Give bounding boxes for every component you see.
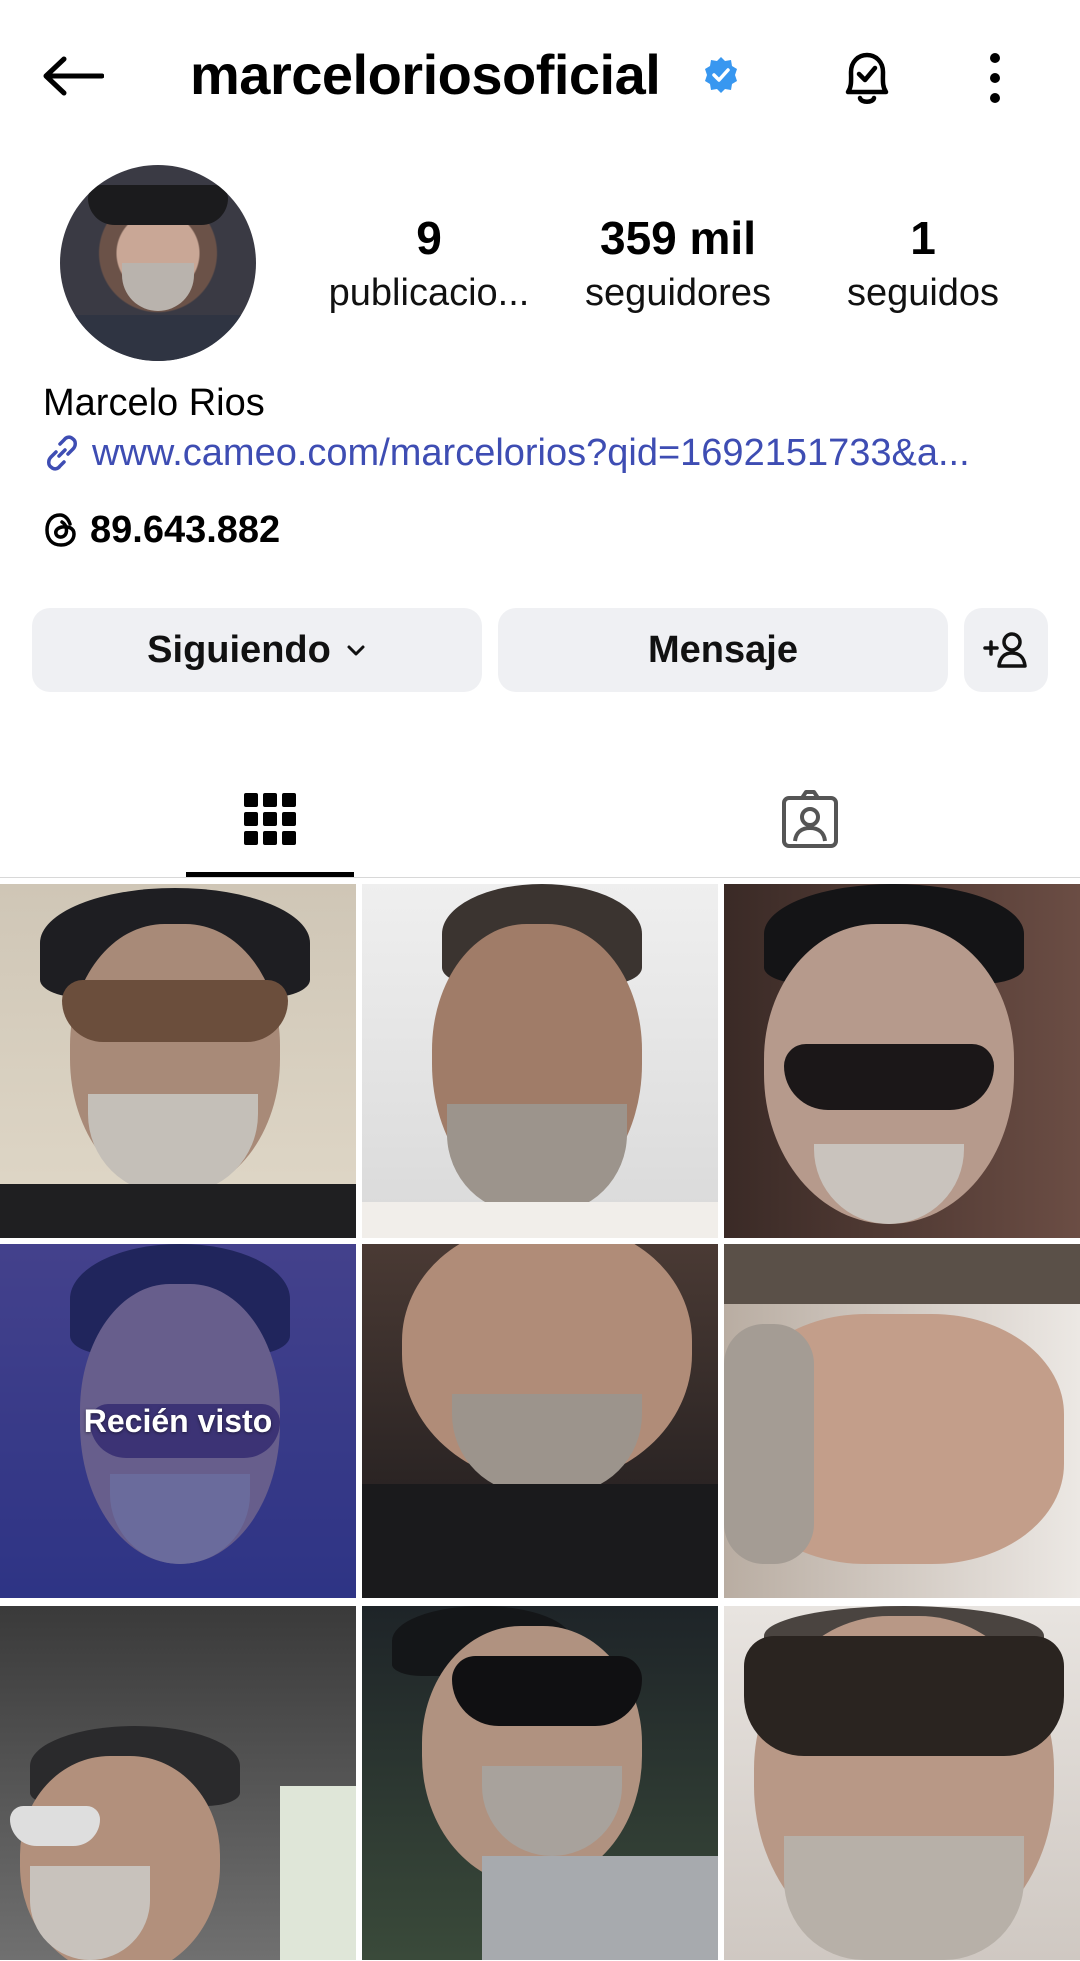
post-thumbnail[interactable] <box>0 1606 356 1960</box>
tab-posts-grid[interactable] <box>0 760 540 878</box>
followers-count-value: 359 mil <box>600 212 756 264</box>
post-thumbnail-recently-viewed[interactable]: Recién visto <box>0 1244 356 1598</box>
post-thumbnail[interactable] <box>362 1244 718 1598</box>
message-button[interactable]: Mensaje <box>498 608 948 692</box>
profile-tabs <box>0 760 1080 878</box>
post-thumbnail[interactable] <box>0 884 356 1238</box>
profile-username: marceloriosoficial <box>190 43 661 106</box>
following-count-label: seguidos <box>846 272 1000 314</box>
bio-link[interactable]: www.cameo.com/marcelorios?qid=1692151733… <box>42 428 1042 478</box>
active-tab-indicator <box>186 872 354 877</box>
post-thumbnail[interactable] <box>724 884 1080 1238</box>
grid-icon <box>244 793 296 845</box>
posts-count-value: 9 <box>416 212 442 264</box>
profile-full-name: Marcelo Rios <box>43 382 265 424</box>
chevron-down-icon <box>347 645 365 656</box>
profile-avatar[interactable] <box>60 165 256 361</box>
posts-count[interactable]: 9 publicacio... <box>316 205 542 315</box>
avatar-shirt <box>60 315 256 361</box>
recently-viewed-label: Recién visto <box>83 1402 273 1439</box>
back-arrow-icon[interactable] <box>38 46 108 106</box>
post-thumbnail[interactable] <box>724 1244 1080 1598</box>
recently-viewed-overlay: Recién visto <box>0 1244 356 1598</box>
avatar-sunglasses <box>88 185 228 225</box>
threads-icon <box>45 513 76 547</box>
top-bar: marceloriosoficial <box>0 0 1080 150</box>
posts-count-label: publicacio... <box>328 272 530 314</box>
avatar-beard <box>122 263 194 311</box>
following-button-label: Siguiendo <box>147 628 331 671</box>
threads-badge[interactable]: 89.643.882 <box>42 505 280 555</box>
message-button-label: Mensaje <box>648 628 798 671</box>
threads-count: 89.643.882 <box>90 508 281 551</box>
followers-count[interactable]: 359 mil seguidores <box>563 205 793 315</box>
following-count[interactable]: 1 seguidos <box>808 205 1038 315</box>
more-options-icon[interactable] <box>970 48 1020 108</box>
tab-tagged[interactable] <box>540 760 1080 878</box>
posts-grid: Recién visto <box>0 884 1080 1961</box>
bio-link-text[interactable]: www.cameo.com/marcelorios?qid=1692151733… <box>92 432 1042 475</box>
followers-count-label: seguidores <box>585 272 771 314</box>
post-thumbnail[interactable] <box>362 884 718 1238</box>
following-button[interactable]: Siguiendo <box>32 608 482 692</box>
notifications-bell-icon[interactable] <box>836 46 898 110</box>
following-count-value: 1 <box>910 212 936 264</box>
post-thumbnail[interactable] <box>362 1606 718 1960</box>
add-user-button[interactable] <box>964 608 1048 692</box>
tagged-icon <box>782 790 838 848</box>
link-icon <box>47 435 77 471</box>
add-person-icon <box>983 632 1027 668</box>
verified-badge-icon <box>702 56 740 94</box>
post-thumbnail[interactable] <box>724 1606 1080 1960</box>
